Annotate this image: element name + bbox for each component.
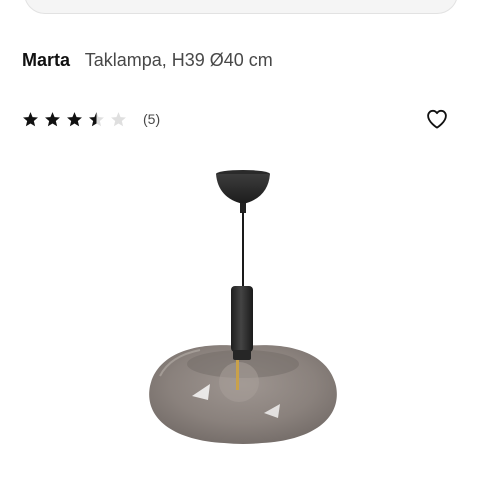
cord-grip bbox=[240, 203, 246, 213]
product-image[interactable] bbox=[130, 160, 350, 460]
search-bar[interactable] bbox=[24, 0, 458, 14]
lamp-tube bbox=[231, 286, 253, 352]
star-icon bbox=[67, 111, 82, 126]
rating[interactable]: (5) bbox=[22, 108, 160, 130]
product-description: Taklampa, H39 Ø40 cm bbox=[84, 50, 273, 70]
product-title: Marta Taklampa, H39 Ø40 cm bbox=[22, 48, 273, 72]
bulb-filament bbox=[236, 360, 239, 390]
star-icon bbox=[23, 111, 38, 126]
star-icon bbox=[111, 111, 126, 126]
product-page: Marta Taklampa, H39 Ø40 cm (5) bbox=[0, 0, 480, 480]
review-count: (5) bbox=[143, 111, 161, 127]
canopy bbox=[216, 174, 270, 204]
product-name: Marta bbox=[22, 50, 71, 70]
rating-stars bbox=[22, 111, 132, 128]
lamp-socket bbox=[233, 350, 251, 360]
star-icon bbox=[89, 111, 104, 126]
favorite-button[interactable] bbox=[424, 106, 450, 132]
heart-icon bbox=[427, 109, 447, 129]
star-icon bbox=[45, 111, 60, 126]
